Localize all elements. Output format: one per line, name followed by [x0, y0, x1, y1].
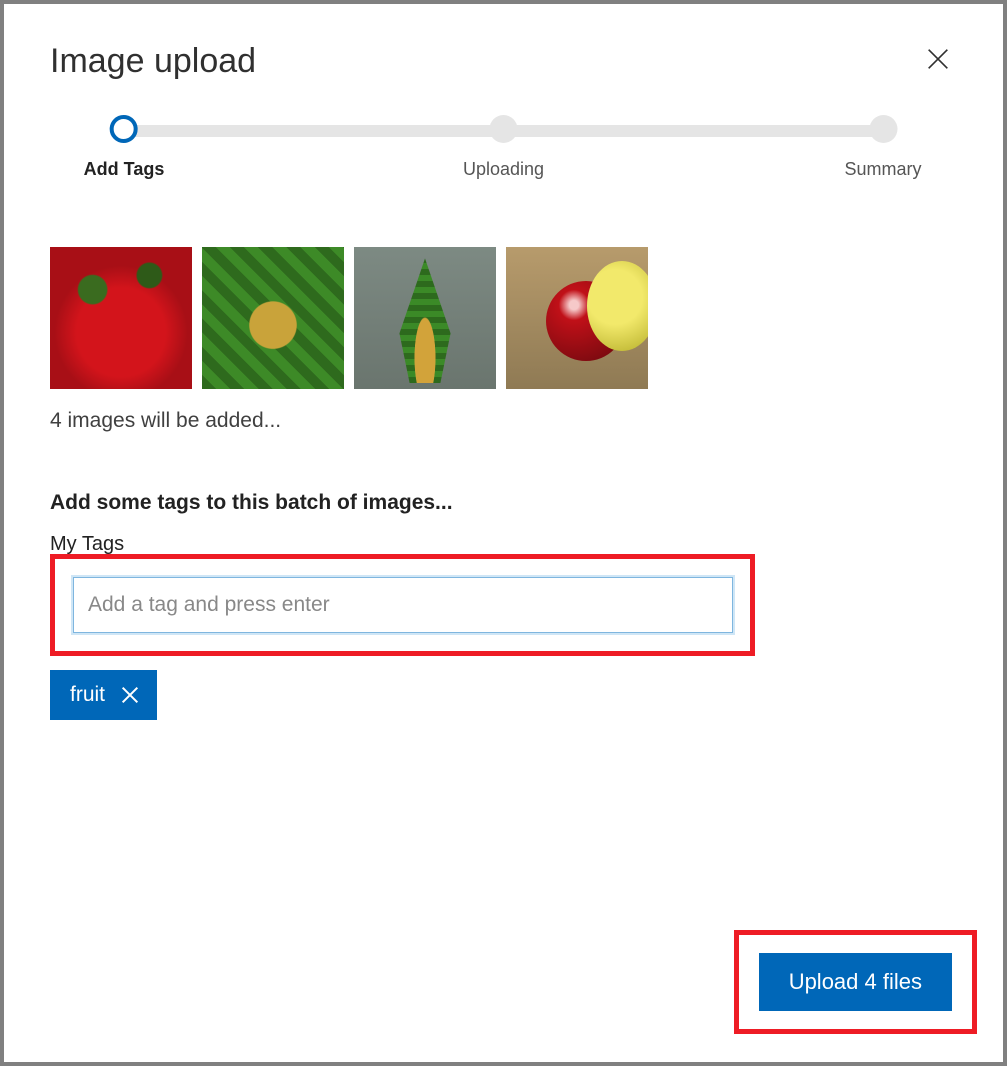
upload-button[interactable]: Upload 4 files [759, 953, 952, 1011]
tag-input[interactable] [73, 577, 733, 633]
thumbnail-image[interactable] [354, 247, 496, 389]
step-uploading: Uploading [463, 115, 544, 180]
step-label: Uploading [463, 159, 544, 180]
step-label: Add Tags [84, 159, 165, 180]
dialog-title: Image upload [50, 42, 256, 81]
highlight-upload-button: Upload 4 files [734, 930, 977, 1034]
tag-chip[interactable]: fruit [50, 670, 157, 720]
thumbnail-image[interactable] [50, 247, 192, 389]
thumbnail-image[interactable] [506, 247, 648, 389]
step-dot-icon [490, 115, 518, 143]
added-count-text: 4 images will be added... [50, 409, 957, 433]
step-summary: Summary [844, 115, 921, 180]
tag-chip-label: fruit [70, 683, 105, 707]
step-dot-icon [869, 115, 897, 143]
image-upload-dialog: Image upload Add Tags Uploading Summary [4, 4, 1003, 1062]
step-add-tags: Add Tags [84, 115, 165, 180]
step-dot-icon [110, 115, 138, 143]
progress-stepper: Add Tags Uploading Summary [110, 115, 897, 185]
step-label: Summary [844, 159, 921, 180]
remove-tag-icon[interactable] [119, 684, 141, 706]
tags-heading: Add some tags to this batch of images... [50, 491, 957, 515]
my-tags-label: My Tags [50, 533, 957, 556]
thumbnail-row [50, 247, 957, 389]
highlight-tag-input [50, 554, 755, 656]
thumbnail-image[interactable] [202, 247, 344, 389]
close-button[interactable] [919, 42, 957, 80]
close-icon [924, 45, 952, 78]
